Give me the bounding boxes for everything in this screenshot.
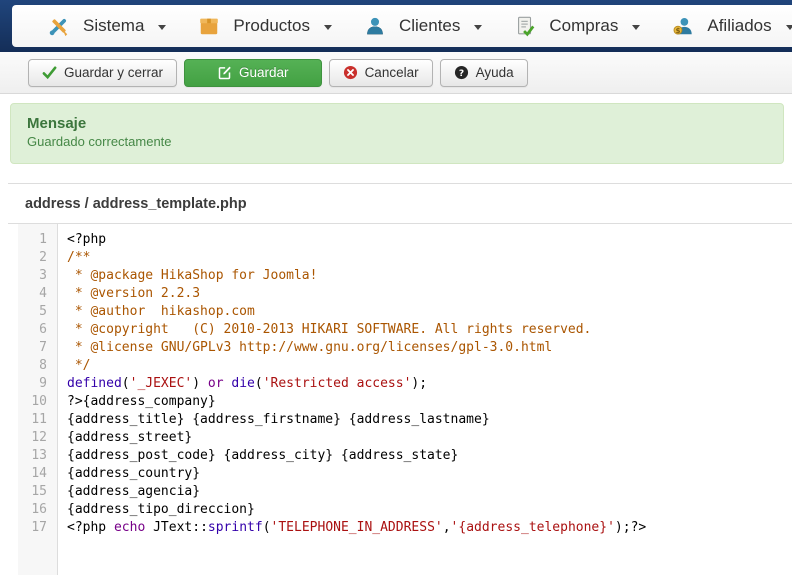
- nav-item-compras[interactable]: Compras: [498, 5, 656, 47]
- line-number: 16: [18, 501, 57, 519]
- dropdown-caret-icon: [786, 25, 792, 30]
- code-line[interactable]: 17 <?php echo JText::sprintf('TELEPHONE_…: [18, 519, 792, 537]
- line-content: {address_agencia}: [57, 483, 200, 501]
- line-number: 8: [18, 357, 57, 375]
- line-number: 4: [18, 285, 57, 303]
- line-content: {address_country}: [57, 465, 200, 483]
- top-navbar: Sistema Productos Clientes Compras Afili…: [0, 0, 792, 52]
- dropdown-caret-icon: [158, 25, 166, 30]
- code-editor[interactable]: 1 <?php 2 /** 3 * @package HikaShop for …: [0, 224, 792, 583]
- code-line[interactable]: 3 * @package HikaShop for Joomla!: [18, 267, 792, 285]
- line-content: <?php echo JText::sprintf('TELEPHONE_IN_…: [57, 519, 646, 537]
- line-number: 1: [18, 231, 57, 249]
- tools-icon: [48, 15, 70, 37]
- dropdown-caret-icon: [324, 25, 332, 30]
- code-line[interactable]: 5 * @author hikashop.com: [18, 303, 792, 321]
- help-icon: [454, 65, 469, 80]
- line-number: 3: [18, 267, 57, 285]
- cancel-icon: [343, 65, 358, 80]
- main-menu: Sistema Productos Clientes Compras Afili…: [12, 5, 792, 47]
- check-icon: [42, 65, 57, 80]
- file-title-section: address / address_template.php: [8, 183, 792, 224]
- code-line[interactable]: 12 {address_street}: [18, 429, 792, 447]
- code-line[interactable]: 2 /**: [18, 249, 792, 267]
- dropdown-caret-icon: [474, 25, 482, 30]
- toolbar: Guardar y cerrar Guardar Cancelar Ayuda: [0, 52, 792, 94]
- nav-item-afiliados[interactable]: Afiliados: [656, 5, 792, 47]
- code-line[interactable]: 7 * @license GNU/GPLv3 http://www.gnu.or…: [18, 339, 792, 357]
- nav-item-label: Productos: [233, 16, 310, 36]
- line-content: {address_street}: [57, 429, 192, 447]
- line-number: 9: [18, 375, 57, 393]
- edit-icon: [217, 65, 232, 80]
- message-text: Guardado correctamente: [27, 133, 767, 151]
- code-line[interactable]: 15 {address_agencia}: [18, 483, 792, 501]
- line-content: * @license GNU/GPLv3 http://www.gnu.org/…: [57, 339, 552, 357]
- nav-item-label: Sistema: [83, 16, 144, 36]
- line-content: * @version 2.2.3: [57, 285, 200, 303]
- code-line[interactable]: 9 defined('_JEXEC') or die('Restricted a…: [18, 375, 792, 393]
- line-number: 2: [18, 249, 57, 267]
- line-number: 10: [18, 393, 57, 411]
- line-number: 13: [18, 447, 57, 465]
- code-line[interactable]: 1 <?php: [18, 231, 792, 249]
- line-content: {address_post_code} {address_city} {addr…: [57, 447, 458, 465]
- package-icon: [198, 15, 220, 37]
- nav-item-clientes[interactable]: Clientes: [348, 5, 498, 47]
- line-content: defined('_JEXEC') or die('Restricted acc…: [57, 375, 427, 393]
- code-line[interactable]: 4 * @version 2.2.3: [18, 285, 792, 303]
- code-line[interactable]: 10 ?>{address_company}: [18, 393, 792, 411]
- code-line[interactable]: 13 {address_post_code} {address_city} {a…: [18, 447, 792, 465]
- message-title: Mensaje: [27, 114, 767, 133]
- button-label: Guardar y cerrar: [64, 65, 163, 80]
- cancelar-button[interactable]: Cancelar: [329, 59, 433, 87]
- nav-item-label: Clientes: [399, 16, 460, 36]
- code-line[interactable]: 14 {address_country}: [18, 465, 792, 483]
- file-title: address / address_template.php: [8, 184, 792, 223]
- line-content: * @package HikaShop for Joomla!: [57, 267, 317, 285]
- line-number: 15: [18, 483, 57, 501]
- line-content: * @copyright (C) 2010-2013 HIKARI SOFTWA…: [57, 321, 591, 339]
- success-message: Mensaje Guardado correctamente: [10, 103, 784, 164]
- nav-item-label: Compras: [549, 16, 618, 36]
- line-content: /**: [57, 249, 90, 267]
- ayuda-button[interactable]: Ayuda: [440, 59, 528, 87]
- line-content: {address_title} {address_firstname} {add…: [57, 411, 490, 429]
- guardar-button[interactable]: Guardar: [184, 59, 322, 87]
- document-check-icon: [514, 15, 536, 37]
- line-content: ?>{address_company}: [57, 393, 216, 411]
- affiliate-icon: [672, 15, 694, 37]
- line-number: 7: [18, 339, 57, 357]
- code-line[interactable]: 11 {address_title} {address_firstname} {…: [18, 411, 792, 429]
- line-number: 12: [18, 429, 57, 447]
- nav-item-label: Afiliados: [707, 16, 771, 36]
- line-number: 17: [18, 519, 57, 537]
- line-number: 11: [18, 411, 57, 429]
- nav-item-sistema[interactable]: Sistema: [32, 5, 182, 47]
- code-line[interactable]: 16 {address_tipo_direccion}: [18, 501, 792, 519]
- line-number: 5: [18, 303, 57, 321]
- code-line[interactable]: 6 * @copyright (C) 2010-2013 HIKARI SOFT…: [18, 321, 792, 339]
- line-content: <?php: [57, 231, 106, 249]
- user-icon: [364, 15, 386, 37]
- button-label: Cancelar: [365, 65, 419, 80]
- line-content: */: [57, 357, 90, 375]
- line-content: {address_tipo_direccion}: [57, 501, 255, 519]
- line-number: 6: [18, 321, 57, 339]
- dropdown-caret-icon: [632, 25, 640, 30]
- line-number: 14: [18, 465, 57, 483]
- button-label: Guardar: [239, 65, 289, 80]
- nav-item-productos[interactable]: Productos: [182, 5, 348, 47]
- line-content: * @author hikashop.com: [57, 303, 255, 321]
- guardar-y-cerrar-button[interactable]: Guardar y cerrar: [28, 59, 177, 87]
- button-label: Ayuda: [476, 65, 514, 80]
- code-line[interactable]: 8 */: [18, 357, 792, 375]
